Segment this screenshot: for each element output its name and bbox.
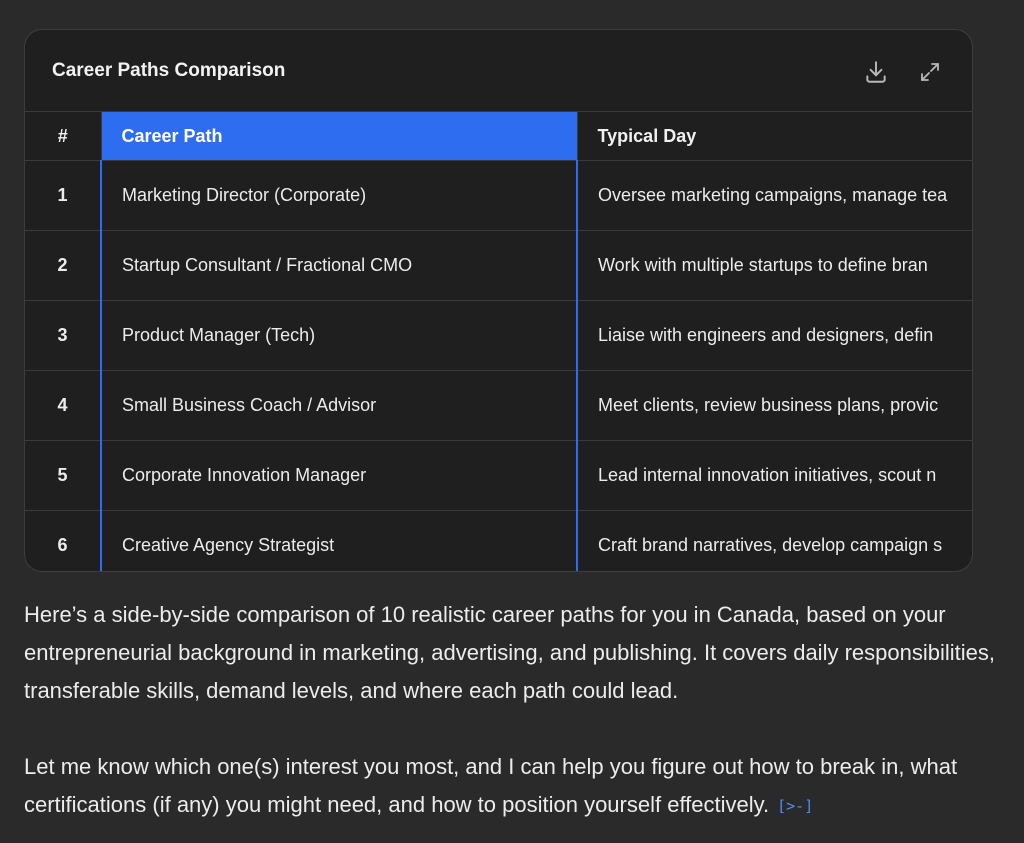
typical-day-cell[interactable]: Meet clients, review business plans, pro… bbox=[577, 370, 972, 441]
table-row: 4 Small Business Coach / Advisor Meet cl… bbox=[25, 370, 972, 441]
typical-day-cell[interactable]: Work with multiple startups to define br… bbox=[577, 230, 972, 301]
row-number[interactable]: 3 bbox=[25, 300, 102, 371]
card-header: Career Paths Comparison bbox=[25, 30, 972, 111]
career-table: # Career Path Typical Day 1 Marketing Di… bbox=[25, 111, 972, 571]
typical-day-cell[interactable]: Liaise with engineers and designers, def… bbox=[577, 300, 972, 371]
typical-day-cell[interactable]: Craft brand narratives, develop campaign… bbox=[577, 510, 972, 571]
table-row: 2 Startup Consultant / Fractional CMO Wo… bbox=[25, 230, 972, 301]
column-header-number[interactable]: # bbox=[25, 111, 102, 161]
column-header-typical-day[interactable]: Typical Day bbox=[577, 111, 972, 161]
table-row: 1 Marketing Director (Corporate) Oversee… bbox=[25, 160, 972, 231]
career-path-cell[interactable]: Small Business Coach / Advisor bbox=[100, 370, 578, 441]
row-number[interactable]: 5 bbox=[25, 440, 102, 511]
table-card: Career Paths Comparison # Career Path Ty… bbox=[24, 29, 973, 572]
expand-button[interactable] bbox=[914, 58, 946, 86]
assistant-message: Here’s a side-by-side comparison of 10 r… bbox=[24, 596, 1009, 825]
row-number[interactable]: 4 bbox=[25, 370, 102, 441]
expand-icon bbox=[921, 63, 939, 81]
download-button[interactable] bbox=[860, 58, 892, 86]
message-paragraph: Let me know which one(s) interest you mo… bbox=[24, 748, 1009, 825]
row-number[interactable]: 1 bbox=[25, 160, 102, 231]
table-header-row: # Career Path Typical Day bbox=[25, 111, 972, 161]
column-header-career-path[interactable]: Career Path bbox=[101, 111, 578, 161]
card-title: Career Paths Comparison bbox=[52, 60, 286, 81]
career-path-cell[interactable]: Product Manager (Tech) bbox=[100, 300, 578, 371]
card-actions bbox=[860, 58, 946, 86]
row-number[interactable]: 2 bbox=[25, 230, 102, 301]
career-path-cell[interactable]: Marketing Director (Corporate) bbox=[100, 160, 578, 231]
career-path-cell[interactable]: Creative Agency Strategist bbox=[100, 510, 578, 571]
row-number[interactable]: 6 bbox=[25, 510, 102, 571]
message-paragraph-text: Let me know which one(s) interest you mo… bbox=[24, 754, 958, 817]
message-paragraph: Here’s a side-by-side comparison of 10 r… bbox=[24, 602, 995, 703]
table-row: 5 Corporate Innovation Manager Lead inte… bbox=[25, 440, 972, 511]
career-path-cell[interactable]: Corporate Innovation Manager bbox=[100, 440, 578, 511]
download-icon bbox=[866, 61, 886, 83]
table-row: 6 Creative Agency Strategist Craft brand… bbox=[25, 510, 972, 571]
table-scroll-area[interactable]: # Career Path Typical Day 1 Marketing Di… bbox=[25, 111, 972, 571]
typical-day-cell[interactable]: Lead internal innovation initiatives, sc… bbox=[577, 440, 972, 511]
citation-icon[interactable]: [>-] bbox=[775, 787, 815, 825]
table-row: 3 Product Manager (Tech) Liaise with eng… bbox=[25, 300, 972, 371]
career-path-cell[interactable]: Startup Consultant / Fractional CMO bbox=[100, 230, 578, 301]
typical-day-cell[interactable]: Oversee marketing campaigns, manage tea bbox=[577, 160, 972, 231]
